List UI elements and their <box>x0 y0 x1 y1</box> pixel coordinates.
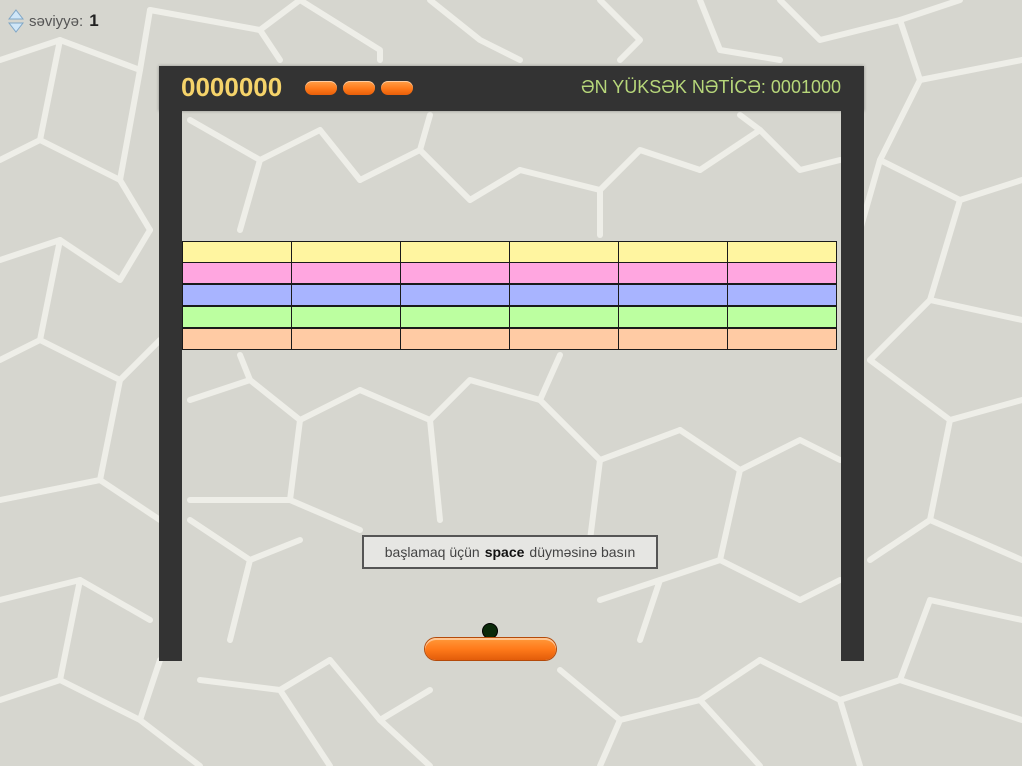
brick <box>291 306 401 328</box>
start-message: başlamaq üçün space düyməsinə basın <box>362 535 658 569</box>
brick <box>727 262 837 284</box>
level-label: səviyyə: <box>29 12 84 30</box>
start-message-before: başlamaq üçün <box>384 544 480 560</box>
level-indicator: səviyyə: 1 <box>7 8 99 34</box>
start-message-key: space <box>484 544 525 560</box>
brick <box>182 328 292 350</box>
brick <box>618 284 728 306</box>
brick <box>400 241 510 263</box>
life-paddle-icon <box>381 81 413 95</box>
brick <box>509 262 619 284</box>
brick-field <box>182 241 842 351</box>
brick <box>182 241 292 263</box>
brick <box>727 284 837 306</box>
brick-row <box>182 306 842 329</box>
game-frame: 0000000 ƏN YÜKSƏK NƏTİCƏ: 0001000 <box>159 66 864 661</box>
brick <box>400 328 510 350</box>
level-stepper[interactable] <box>7 9 25 33</box>
brick <box>727 306 837 328</box>
brick-row <box>182 262 842 285</box>
high-score-display: ƏN YÜKSƏK NƏTİCƏ: 0001000 <box>581 77 841 97</box>
brick <box>618 262 728 284</box>
brick <box>509 284 619 306</box>
brick <box>182 306 292 328</box>
paddle[interactable] <box>425 638 556 660</box>
brick <box>182 262 292 284</box>
brick <box>291 284 401 306</box>
start-message-after: düyməsinə basın <box>529 544 636 560</box>
brick-row <box>182 284 842 307</box>
ball <box>483 624 497 638</box>
right-wall <box>841 111 864 661</box>
level-value: 1 <box>89 11 99 30</box>
brick <box>618 306 728 328</box>
brick <box>618 328 728 350</box>
life-paddle-icon <box>343 81 375 95</box>
brick <box>509 328 619 350</box>
brick <box>400 284 510 306</box>
brick <box>291 328 401 350</box>
left-wall <box>159 111 182 661</box>
brick-row <box>182 328 842 351</box>
brick <box>182 284 292 306</box>
brick <box>400 262 510 284</box>
brick <box>509 241 619 263</box>
brick-row <box>182 241 842 263</box>
score-display: 0000000 <box>181 72 283 102</box>
lives-indicator <box>305 81 413 95</box>
brick <box>727 241 837 263</box>
life-paddle-icon <box>305 81 337 95</box>
brick <box>509 306 619 328</box>
brick <box>291 241 401 263</box>
brick <box>727 328 837 350</box>
brick <box>618 241 728 263</box>
brick <box>291 262 401 284</box>
brick <box>400 306 510 328</box>
up-down-arrows-icon <box>7 9 25 33</box>
hud-bar: 0000000 ƏN YÜKSƏK NƏTİCƏ: 0001000 <box>159 66 864 111</box>
